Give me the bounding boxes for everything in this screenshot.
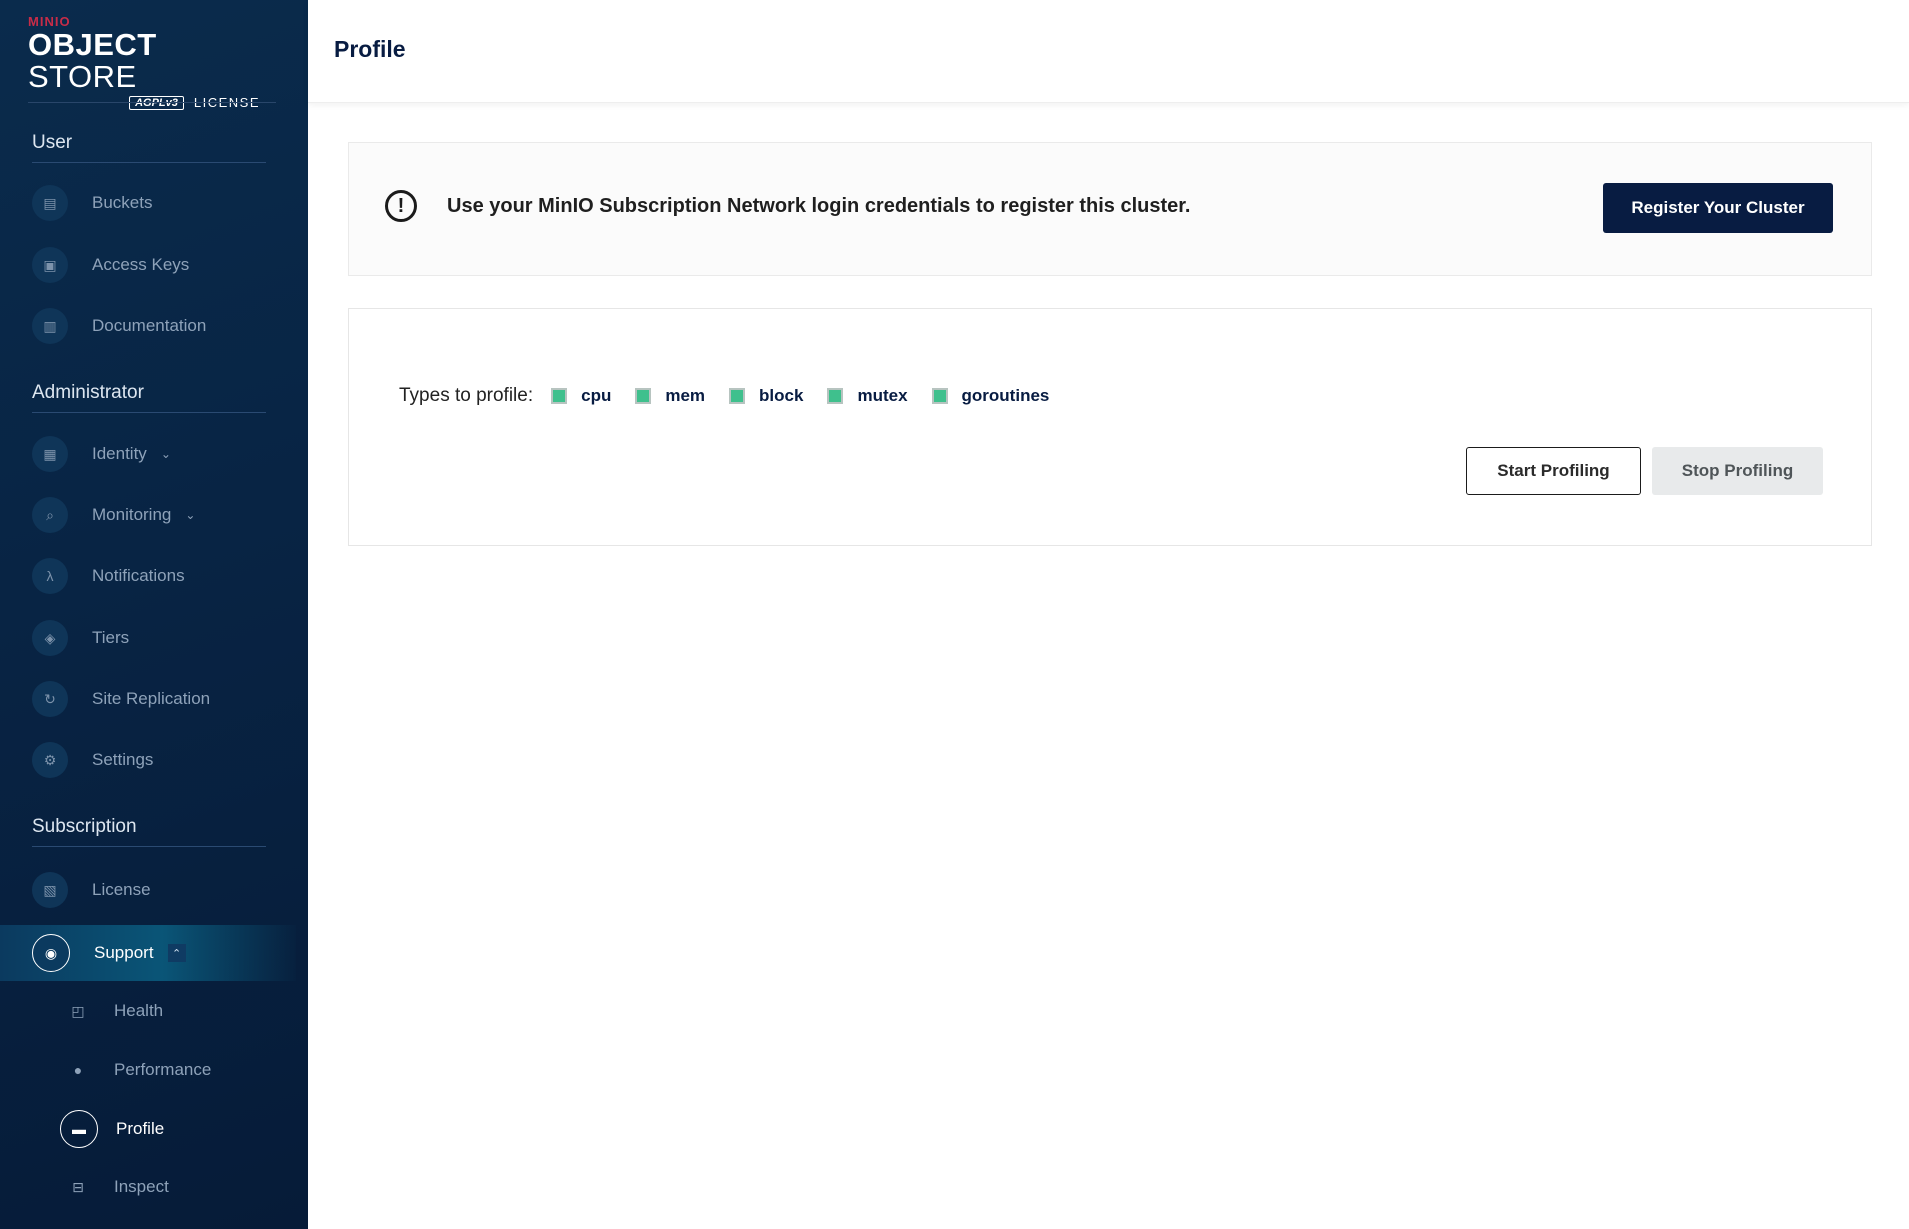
speedometer-icon: ● <box>73 1062 83 1078</box>
sidebar-item-label: Settings <box>92 750 154 769</box>
document-icon: ▥ <box>32 308 68 344</box>
profile-panel: Types to profile: cpu mem block mutex go… <box>348 308 1872 546</box>
sidebar-item-license[interactable]: ▧ License <box>32 869 151 911</box>
layers-icon: ◈ <box>32 620 68 656</box>
sidebar-item-documentation[interactable]: ▥ Documentation <box>32 305 206 347</box>
bucket-icon: ▤ <box>32 185 68 221</box>
types-label: Types to profile: <box>399 385 534 406</box>
register-banner: ! Use your MinIO Subscription Network lo… <box>348 142 1872 276</box>
checkbox-icon[interactable] <box>551 388 568 404</box>
sidebar-item-label: Identity <box>92 444 147 463</box>
logo-divider <box>28 102 276 103</box>
sidebar-item-buckets[interactable]: ▤ Buckets <box>32 182 152 224</box>
register-cluster-button[interactable]: Register Your Cluster <box>1603 183 1833 233</box>
license-icon: ▧ <box>32 872 68 908</box>
inspect-icon: ⊟ <box>72 1178 84 1195</box>
sidebar-item-settings[interactable]: ⚙ Settings <box>32 739 153 781</box>
sidebar-item-label: Health <box>114 1001 164 1020</box>
checkbox-goroutines[interactable]: goroutines <box>931 386 1050 406</box>
checkbox-block[interactable]: block <box>729 386 803 406</box>
sidebar-item-label: Access Keys <box>92 255 190 274</box>
sidebar-item-support[interactable]: ◉ Support ⌃ <box>0 925 296 981</box>
start-profiling-button[interactable]: Start Profiling <box>1466 447 1641 495</box>
checkbox-icon[interactable] <box>635 388 652 404</box>
checkbox-label: goroutines <box>961 386 1050 405</box>
identity-icon: ▦ <box>32 436 68 472</box>
profile-icon: ▬ <box>60 1110 98 1148</box>
checkbox-label: cpu <box>581 386 612 405</box>
checkbox-cpu[interactable]: cpu <box>551 386 611 406</box>
sidebar-subitem-inspect[interactable]: ⊟ Inspect <box>60 1167 169 1207</box>
section-user: User <box>32 132 73 153</box>
chevron-down-icon[interactable]: ⌄ <box>161 447 171 461</box>
sidebar-item-label: Performance <box>114 1060 212 1079</box>
sidebar-item-label: Support <box>94 943 154 962</box>
sidebar: MINIO OBJECT STORE AGPLv3 LICENSE User ▤… <box>0 0 308 1229</box>
id-card-icon: ▣ <box>32 247 68 283</box>
sidebar-item-label: Inspect <box>114 1177 169 1196</box>
checkbox-icon[interactable] <box>827 388 844 404</box>
sidebar-item-label: Documentation <box>92 316 207 335</box>
sidebar-item-tiers[interactable]: ◈ Tiers <box>32 617 129 659</box>
health-icon: ◰ <box>71 1002 85 1019</box>
sidebar-item-label: Buckets <box>92 193 153 212</box>
chevron-up-icon[interactable]: ⌃ <box>167 944 186 962</box>
logo-product: OBJECT STORE <box>28 27 157 94</box>
profile-types-row: Types to profile: cpu mem block mutex go… <box>399 385 1073 407</box>
checkbox-icon[interactable] <box>931 388 948 404</box>
sidebar-subitem-profile[interactable]: ▬ Profile <box>60 1109 164 1149</box>
sidebar-item-site-replication[interactable]: ↻ Site Replication <box>32 678 210 720</box>
sidebar-item-monitoring[interactable]: ⌕ Monitoring ⌄ <box>32 494 195 536</box>
stop-profiling-button: Stop Profiling <box>1652 447 1823 495</box>
section-divider <box>32 846 266 847</box>
sidebar-subitem-performance[interactable]: ● Performance <box>60 1050 212 1090</box>
sidebar-item-label: Notifications <box>92 566 185 585</box>
section-subscription: Subscription <box>32 816 137 837</box>
sidebar-item-access-keys[interactable]: ▣ Access Keys <box>32 244 189 286</box>
support-icon: ◉ <box>32 934 70 972</box>
sync-icon: ↻ <box>32 681 68 717</box>
checkbox-label: mem <box>665 386 706 405</box>
lambda-icon: λ <box>32 558 68 594</box>
sidebar-item-label: Profile <box>116 1119 165 1138</box>
sidebar-item-label: License <box>92 880 151 899</box>
banner-message: Use your MinIO Subscription Network logi… <box>447 195 1191 217</box>
sidebar-item-identity[interactable]: ▦ Identity ⌄ <box>32 433 171 475</box>
checkbox-label: block <box>759 386 804 405</box>
sidebar-item-notifications[interactable]: λ Notifications <box>32 555 185 597</box>
checkbox-mem[interactable]: mem <box>635 386 705 406</box>
checkbox-icon[interactable] <box>729 388 746 404</box>
sidebar-subitem-health[interactable]: ◰ Health <box>60 991 163 1031</box>
magnifier-icon: ⌕ <box>32 497 68 533</box>
chevron-down-icon[interactable]: ⌄ <box>185 508 195 522</box>
sidebar-item-label: Tiers <box>92 628 130 647</box>
page-header: Profile <box>308 0 1909 103</box>
minio-logo[interactable]: MINIO OBJECT STORE AGPLv3 LICENSE <box>28 14 260 110</box>
checkbox-label: mutex <box>857 386 908 405</box>
sidebar-item-label: Monitoring <box>92 505 172 524</box>
section-divider <box>32 412 266 413</box>
page-title: Profile <box>334 36 406 62</box>
checkbox-mutex[interactable]: mutex <box>827 386 908 406</box>
sidebar-item-label: Site Replication <box>92 689 211 708</box>
gear-icon: ⚙ <box>32 742 68 778</box>
section-divider <box>32 162 266 163</box>
section-administrator: Administrator <box>32 382 144 403</box>
alert-icon: ! <box>385 190 417 222</box>
